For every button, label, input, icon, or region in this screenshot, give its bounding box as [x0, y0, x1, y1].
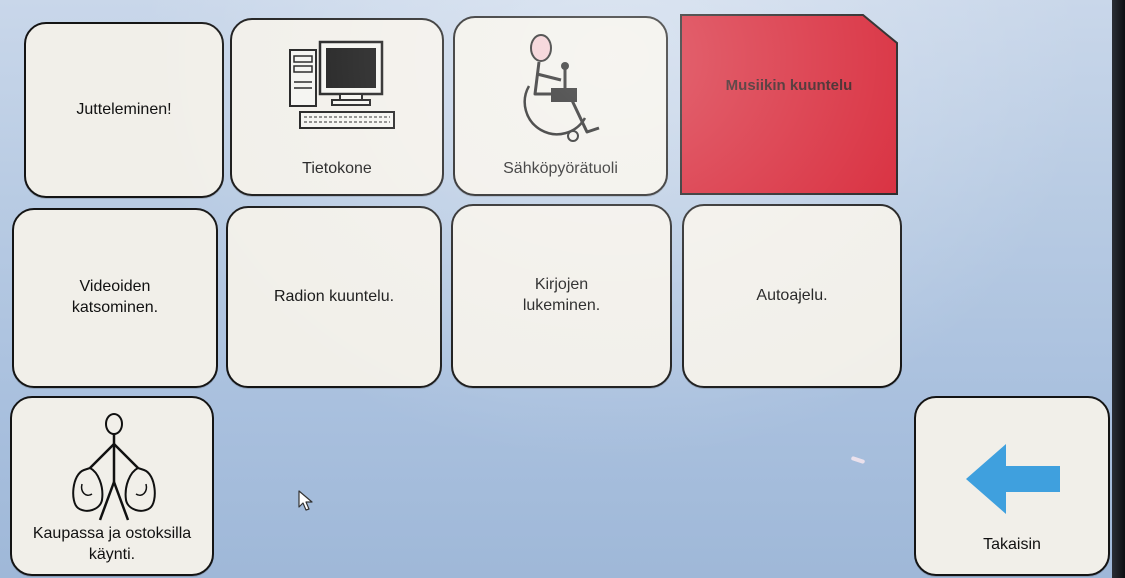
tile-wheelchair-label: Sähköpyörätuoli: [503, 160, 618, 178]
tile-driving[interactable]: Autoajelu.: [682, 204, 902, 388]
mouse-pointer-icon: [298, 490, 313, 511]
arrow-left-icon: [966, 444, 1060, 514]
monitor-bezel: [1112, 0, 1125, 578]
tile-videos[interactable]: Videoiden katsominen.: [12, 208, 218, 388]
tile-music-label: Musiikin kuuntelu: [725, 77, 853, 94]
tile-videos-label: Videoiden katsominen.: [71, 278, 159, 316]
tile-books[interactable]: Kirjojen lukeminen.: [451, 204, 672, 388]
tile-computer[interactable]: Tietokone: [230, 18, 444, 196]
tile-shopping[interactable]: Kaupassa ja ostoksilla käynti.: [10, 396, 214, 576]
tile-back[interactable]: Takaisin: [914, 396, 1110, 576]
tile-shopping-label: Kaupassa ja ostoksilla käynti.: [32, 525, 192, 564]
shopping-bags-person-icon: [72, 413, 156, 521]
tile-radio-label: Radion kuuntelu.: [273, 287, 395, 305]
tile-chatting[interactable]: Jutteleminen!: [24, 22, 224, 198]
tile-books-label: Kirjojen lukeminen.: [522, 276, 601, 314]
tile-music[interactable]: Musiikin kuuntelu: [680, 14, 898, 195]
tile-wheelchair[interactable]: Sähköpyörätuoli: [453, 16, 668, 196]
power-wheelchair-icon: [523, 34, 600, 142]
screen-reflection-speck: [850, 455, 866, 465]
tile-radio[interactable]: Radion kuuntelu.: [226, 206, 442, 388]
tile-driving-label: Autoajelu.: [756, 286, 828, 304]
tile-back-label: Takaisin: [983, 536, 1041, 554]
computer-icon: [289, 40, 395, 129]
aac-board-screen: Jutteleminen! Tietokone Sähköpyörätuoli …: [0, 0, 1112, 578]
tile-computer-label: Tietokone: [302, 160, 372, 178]
tile-chatting-label: Jutteleminen!: [76, 100, 172, 118]
